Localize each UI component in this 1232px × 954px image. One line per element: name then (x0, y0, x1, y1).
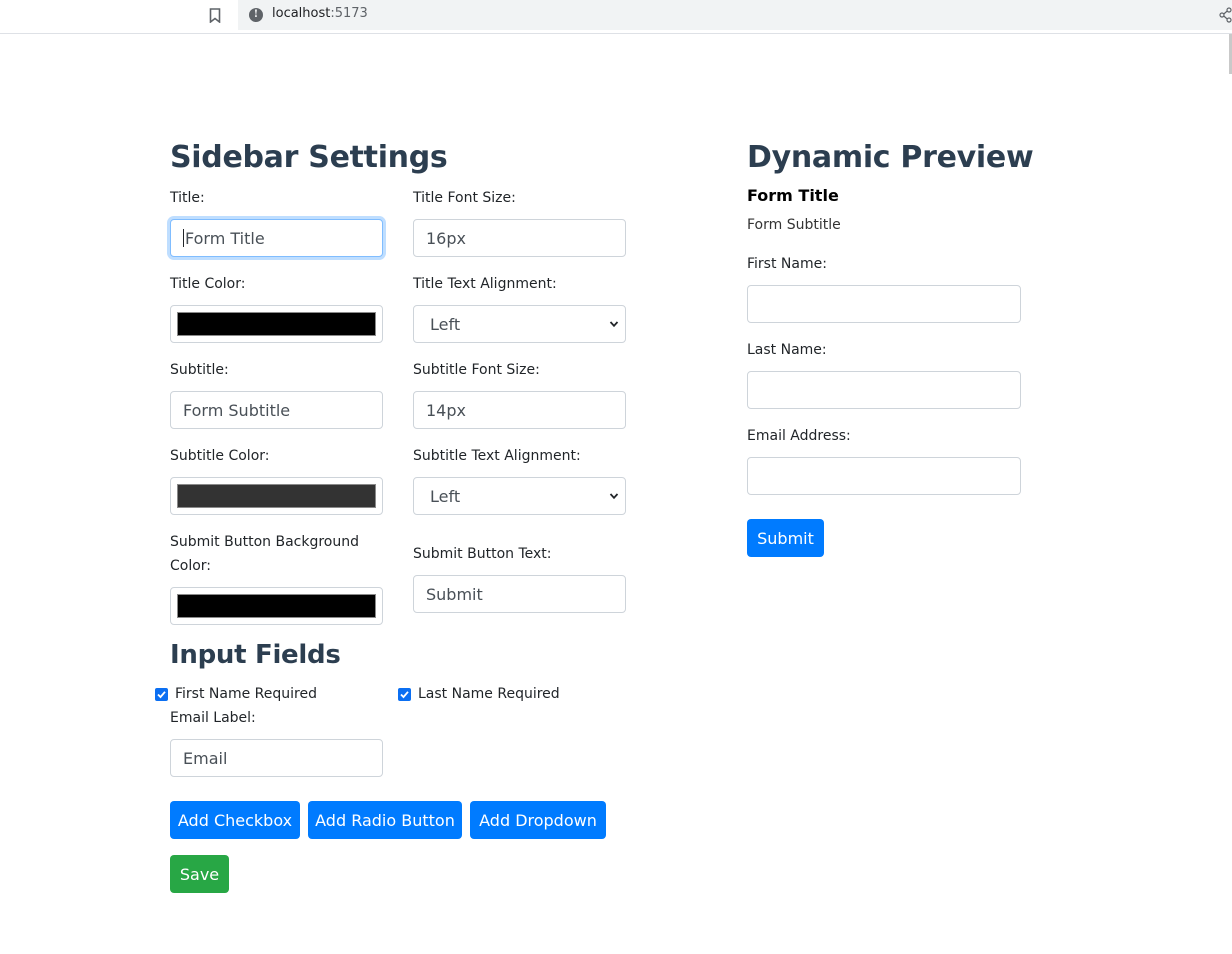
last-name-required-label: Last Name Required (418, 686, 560, 702)
preview-last-name-label: Last Name: (747, 342, 827, 358)
subtitle-label: Subtitle: (170, 362, 229, 378)
title-color-label: Title Color: (170, 276, 246, 292)
url-text[interactable]: localhost:5173 (272, 6, 368, 21)
subtitle-input-value: Form Subtitle (183, 400, 291, 420)
title-input-value: Form Title (185, 228, 265, 248)
address-bar[interactable] (238, 0, 1232, 30)
email-label-label: Email Label: (170, 710, 256, 726)
share-icon[interactable] (1219, 7, 1232, 23)
subtitle-font-size-value: 14px (426, 400, 466, 420)
site-info-icon[interactable]: ! (249, 8, 263, 22)
last-name-required-checkbox[interactable] (398, 688, 411, 701)
preview-email-label: Email Address: (747, 428, 851, 444)
chevron-down-icon (609, 321, 619, 328)
first-name-required-label: First Name Required (175, 686, 317, 702)
preview-heading: Dynamic Preview (747, 140, 1034, 175)
submit-bg-color-swatch (177, 594, 376, 618)
subtitle-input[interactable]: Form Subtitle (170, 391, 383, 429)
title-font-size-input[interactable]: 16px (413, 219, 626, 257)
preview-submit-button[interactable]: Submit (747, 519, 824, 557)
preview-first-name-input[interactable] (747, 285, 1021, 323)
title-label: Title: (170, 190, 205, 206)
title-input[interactable]: Form Title (170, 219, 383, 257)
subtitle-color-swatch (177, 484, 376, 508)
title-font-size-value: 16px (426, 228, 466, 248)
submit-text-input[interactable]: Submit (413, 575, 626, 613)
subtitle-align-select[interactable]: Left (413, 477, 626, 515)
save-button[interactable]: Save (170, 855, 229, 893)
submit-text-label: Submit Button Text: (413, 546, 552, 562)
browser-toolbar: ! localhost:5173 (0, 0, 1232, 34)
subtitle-align-value: Left (430, 486, 461, 506)
add-checkbox-button[interactable]: Add Checkbox (170, 801, 300, 839)
submit-bg-label: Submit Button Background Color: (170, 534, 359, 574)
text-caret (183, 229, 184, 247)
chevron-down-icon (609, 493, 619, 500)
subtitle-font-size-input[interactable]: 14px (413, 391, 626, 429)
add-dropdown-button[interactable]: Add Dropdown (470, 801, 606, 839)
email-label-value: Email (183, 748, 228, 768)
title-color-swatch (177, 312, 376, 336)
submit-bg-color-picker[interactable] (170, 587, 383, 625)
input-fields-heading: Input Fields (170, 640, 341, 670)
email-label-input[interactable]: Email (170, 739, 383, 777)
title-align-label: Title Text Alignment: (413, 276, 557, 292)
subtitle-align-label: Subtitle Text Alignment: (413, 448, 581, 464)
title-align-value: Left (430, 314, 461, 334)
first-name-required-checkbox[interactable] (155, 688, 168, 701)
title-color-picker[interactable] (170, 305, 383, 343)
settings-heading: Sidebar Settings (170, 140, 448, 175)
preview-last-name-input[interactable] (747, 371, 1021, 409)
subtitle-font-size-label: Subtitle Font Size: (413, 362, 540, 378)
title-font-size-label: Title Font Size: (413, 190, 516, 206)
submit-text-value: Submit (426, 584, 483, 604)
preview-email-input[interactable] (747, 457, 1021, 495)
preview-form-subtitle: Form Subtitle (747, 217, 841, 233)
add-radio-button[interactable]: Add Radio Button (308, 801, 462, 839)
title-align-select[interactable]: Left (413, 305, 626, 343)
checkmark-icon (157, 691, 166, 699)
checkmark-icon (400, 691, 409, 699)
subtitle-color-label: Subtitle Color: (170, 448, 270, 464)
preview-form-title: Form Title (747, 186, 839, 205)
preview-first-name-label: First Name: (747, 256, 827, 272)
subtitle-color-picker[interactable] (170, 477, 383, 515)
bookmark-icon[interactable] (209, 8, 221, 23)
